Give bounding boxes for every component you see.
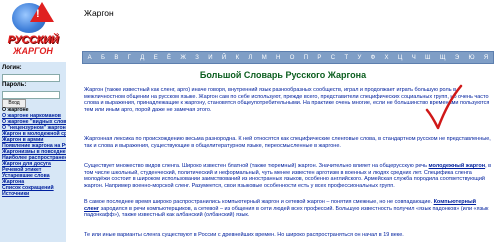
paragraph-text: Существует множество видов сленга. Широк… [84, 163, 429, 169]
alphabet-letter[interactable]: В [114, 55, 118, 61]
alphabet-letter[interactable]: Й [222, 55, 226, 61]
alphabet-letter[interactable]: Т [344, 55, 348, 61]
alphabet-letter[interactable]: П [304, 55, 308, 61]
left-sidebar: ! РУССКИЙ ЖАРГОН Логин: Пароль: Вход О ж… [0, 0, 66, 242]
alphabet-letter[interactable]: Ф [371, 55, 376, 61]
paragraph-text: зародился в речи компьютерщиков, а сетев… [84, 205, 489, 219]
slang-types-paragraph: Существует множество видов сленга. Широк… [84, 163, 492, 189]
page-title: Жаргон [84, 8, 114, 18]
alphabet-letter[interactable]: Щ [440, 55, 446, 61]
alphabet-letter[interactable]: А [88, 55, 92, 61]
site-logo[interactable]: ! РУССКИЙ ЖАРГОН [0, 0, 66, 62]
alphabet-bar: А Б В Г Д Е Ё Ж З И Й К Л М Н О П Р С Т … [82, 51, 494, 64]
sidebar-item[interactable]: Источники [2, 191, 66, 197]
alphabet-letter[interactable]: Е [154, 55, 158, 61]
password-input[interactable] [2, 91, 60, 99]
alphabet-letter[interactable]: Ц [398, 55, 402, 61]
logo-word-russian: РУССКИЙ [7, 34, 59, 46]
alphabet-letter[interactable]: Г [128, 55, 131, 61]
red-checkmark-icon [425, 84, 463, 130]
alphabet-letter[interactable]: Н [276, 55, 280, 61]
sidebar-menu: О жаргоне О жаргоне наркоманов О жаргоне… [2, 107, 66, 197]
dictionary-heading: Большой Словарь Русского Жаргона [199, 70, 367, 80]
alphabet-letter[interactable]: Х [385, 55, 389, 61]
warning-sign-glyph: ! [36, 8, 40, 20]
alphabet-letter[interactable]: Д [140, 55, 144, 61]
alphabet-letter[interactable]: К [236, 55, 240, 61]
alphabet-letter[interactable]: Б [101, 55, 105, 61]
alphabet-letter[interactable]: И [208, 55, 212, 61]
computer-jargon-paragraph: В самое последнее время широко распростр… [84, 199, 492, 219]
youth-jargon-link[interactable]: молодежный жаргон [429, 163, 486, 169]
alphabet-letter[interactable]: Ш [425, 55, 431, 61]
login-input[interactable] [2, 74, 60, 82]
password-label: Пароль: [2, 82, 27, 88]
alphabet-letter[interactable]: Р [317, 55, 321, 61]
alphabet-letter[interactable]: З [195, 55, 199, 61]
alphabet-letter[interactable]: Л [248, 55, 252, 61]
alphabet-letter[interactable]: О [290, 55, 295, 61]
alphabet-letter[interactable]: Ч [412, 55, 416, 61]
alphabet-letter[interactable]: С [331, 55, 335, 61]
alphabet-letter[interactable]: Ё [167, 55, 171, 61]
paragraph-text: В самое последнее время широко распростр… [84, 199, 434, 205]
history-paragraph: Те или иные варианты сленга существуют в… [84, 232, 404, 238]
login-label: Логин: [2, 65, 22, 71]
warning-sign-icon [30, 2, 54, 22]
alphabet-letter[interactable]: Ю [469, 55, 475, 61]
alphabet-letter[interactable]: М [262, 55, 267, 61]
alphabet-letter[interactable]: У [357, 55, 361, 61]
alphabet-letter[interactable]: Э [455, 55, 459, 61]
alphabet-letter[interactable]: Я [484, 55, 488, 61]
alphabet-letter[interactable]: Ж [180, 55, 186, 61]
logo-word-jargon: ЖАРГОН [13, 46, 53, 56]
